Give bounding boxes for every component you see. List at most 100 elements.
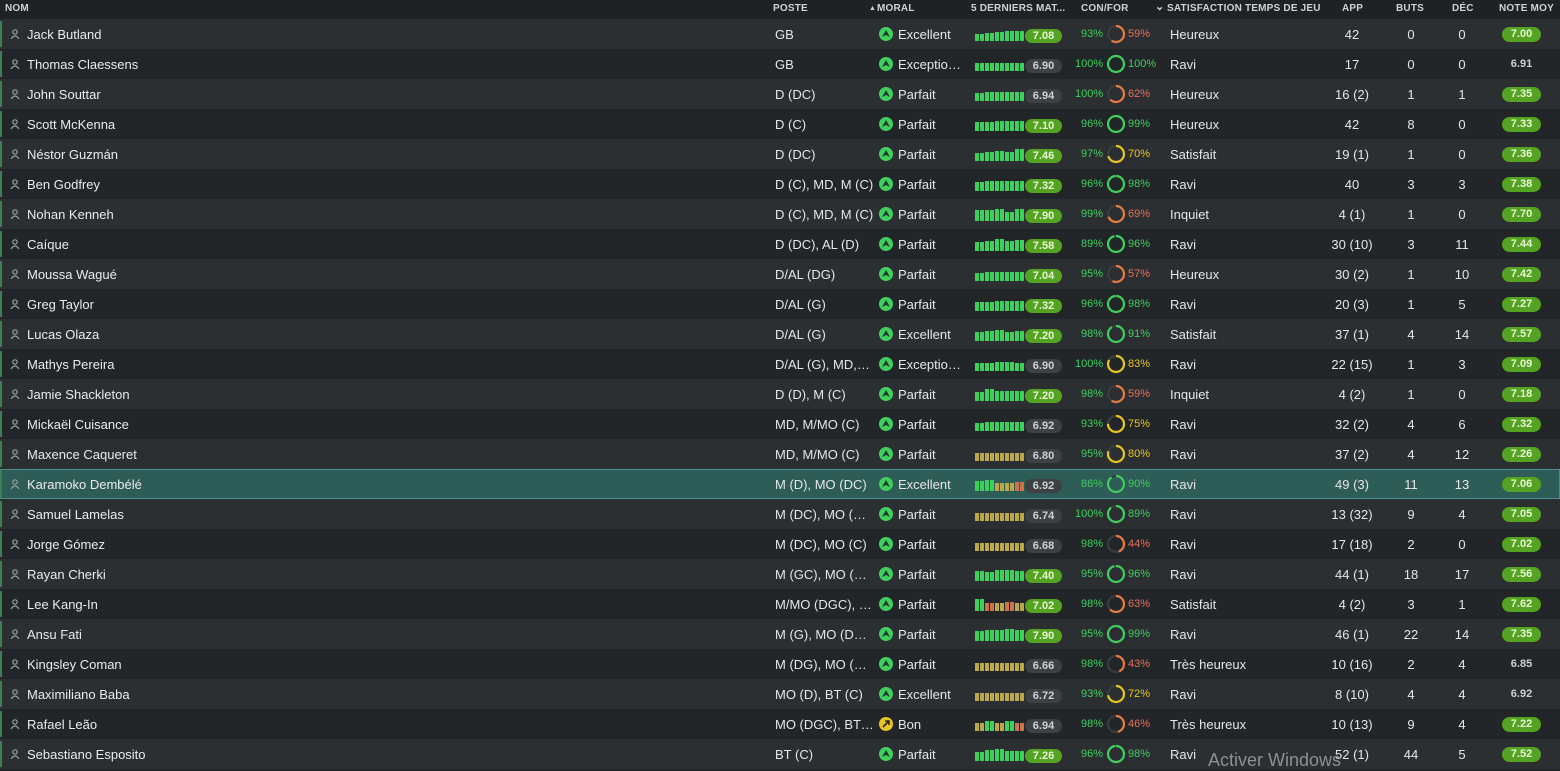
form-bar-seg (1000, 453, 1004, 461)
table-row[interactable]: Rafael Leão MO (DGC), BT (… Bon 6.94 98% 46% T… (0, 709, 1560, 739)
assists: 3 (1458, 177, 1466, 192)
row-status-edge (0, 321, 2, 347)
col-assists-header[interactable]: DÉC (1452, 3, 1474, 14)
table-row[interactable]: Jamie Shackleton D (D), M (C) Parfait 7.20 9… (0, 379, 1560, 409)
table-row[interactable]: Kingsley Coman M (DG), MO (D… Parfait 6.66 9… (0, 649, 1560, 679)
player-name[interactable]: Karamoko Dembélé (27, 477, 267, 492)
form-bar-seg (1000, 391, 1004, 401)
table-row[interactable]: Mathys Pereira D/AL (G), MD,… Exception… 6.… (0, 349, 1560, 379)
player-name[interactable]: Sebastiano Esposito (27, 747, 267, 762)
table-row[interactable]: Mickaël Cuisance MD, M/MO (C) Parfait 6.92 9… (0, 409, 1560, 439)
form-bar (985, 693, 989, 701)
playing-time-satisfaction: Heureux (1170, 117, 1220, 132)
player-name[interactable]: Scott McKenna (27, 117, 267, 132)
average-rating-badge: 7.62 (1502, 597, 1541, 612)
player-name[interactable]: Samuel Lamelas (27, 507, 267, 522)
form-bar (1015, 603, 1019, 611)
table-row[interactable]: Maximiliano Baba MO (D), BT (C) Excellent 6… (0, 679, 1560, 709)
player-name[interactable]: Ben Godfrey (27, 177, 267, 192)
form-bar (975, 752, 979, 761)
player-name[interactable]: Néstor Guzmán (27, 147, 267, 162)
player-name[interactable]: Jamie Shackleton (27, 387, 267, 402)
form-bar (1005, 570, 1009, 581)
form-rating-badge: 6.92 (1025, 479, 1062, 493)
form-bar-seg (980, 34, 984, 41)
player-name[interactable]: Kingsley Coman (27, 657, 267, 672)
player-name[interactable]: Maximiliano Baba (27, 687, 267, 702)
form-bar (975, 122, 979, 131)
form-bar (1005, 693, 1009, 701)
col-apps-header[interactable]: APP (1342, 3, 1363, 14)
table-row[interactable]: Ben Godfrey D (C), MD, M (C) Parfait 7.32 96… (0, 169, 1560, 199)
player-name[interactable]: Rafael Leão (27, 717, 267, 732)
playing-time-satisfaction: Ravi (1170, 627, 1197, 642)
table-row[interactable]: Lee Kang-In M/MO (DGC), B… Parfait 7.02 98% 6… (0, 589, 1560, 619)
form-rating-badge: 6.94 (1025, 719, 1062, 733)
fitness-ring-icon (1106, 744, 1126, 764)
col-goals-header[interactable]: BUTS (1396, 3, 1424, 14)
table-row[interactable]: Scott McKenna D (C) Parfait 7.10 96% 99% Heure… (0, 109, 1560, 139)
table-row[interactable]: Caíque D (DC), AL (D) Parfait 7.58 89% 96% Rav… (0, 229, 1560, 259)
player-name[interactable]: Lee Kang-In (27, 597, 267, 612)
sort-desc-icon[interactable]: ⌄ (1155, 0, 1164, 13)
form-bar-seg (1010, 391, 1014, 401)
form-bar (1005, 391, 1009, 401)
form-bar-seg (1010, 721, 1014, 731)
player-name[interactable]: Mickaël Cuisance (27, 417, 267, 432)
col-morale-header[interactable]: MORAL (877, 3, 915, 14)
player-name[interactable]: Jack Butland (27, 27, 267, 42)
form-bar-seg (1010, 543, 1014, 551)
form-bar (1005, 751, 1009, 761)
player-name[interactable]: Mathys Pereira (27, 357, 267, 372)
player-name[interactable]: Moussa Wagué (27, 267, 267, 282)
table-row[interactable]: Moussa Wagué D/AL (DG) Parfait 7.04 95% 57% He… (0, 259, 1560, 289)
player-name[interactable]: Rayan Cherki (27, 567, 267, 582)
table-row[interactable]: Ansu Fati M (G), MO (DG),… Parfait 7.90 95% 9… (0, 619, 1560, 649)
col-avg-header[interactable]: NOTE MOY (1499, 3, 1554, 14)
average-rating-badge: 7.22 (1502, 717, 1541, 732)
col-last5-header[interactable]: 5 DERNIERS MAT... (971, 3, 1065, 14)
table-row[interactable]: Rayan Cherki M (GC), MO (D… Parfait 7.40 95%… (0, 559, 1560, 589)
player-name[interactable]: Greg Taylor (27, 297, 267, 312)
form-rating-badge: 6.80 (1025, 449, 1062, 463)
col-position-header[interactable]: POSTE (773, 3, 808, 14)
table-row[interactable]: Samuel Lamelas M (DC), MO (C),… Parfait 6.7… (0, 499, 1560, 529)
form-bar (985, 92, 989, 101)
table-row[interactable]: Maxence Caqueret MD, M/MO (C) Parfait 6.80 9… (0, 439, 1560, 469)
fitness-value: 59% (1128, 388, 1151, 400)
table-row[interactable]: Thomas Claessens GB Exception… 6.90 100% 100%… (0, 49, 1560, 79)
morale-up-icon (879, 417, 893, 431)
appearances: 42 (1344, 117, 1360, 132)
table-row[interactable]: Lucas Olaza D/AL (G) Excellent 7.20 98% 91% Sa… (0, 319, 1560, 349)
player-name[interactable]: Ansu Fati (27, 627, 267, 642)
player-morale: Parfait (898, 207, 936, 222)
player-name[interactable]: Lucas Olaza (27, 327, 267, 342)
form-bar (995, 749, 999, 761)
form-bar-seg (990, 363, 994, 371)
form-bar-seg (990, 630, 994, 641)
player-position: D (C), MD, M (C) (775, 177, 874, 192)
table-row[interactable]: Jack Butland GB Excellent 7.08 93% 59% Heureux… (0, 19, 1560, 49)
morale-up-icon (879, 447, 893, 461)
table-row[interactable]: Nohan Kenneh D (C), MD, M (C) Parfait 7.90 9… (0, 199, 1560, 229)
col-name-header[interactable]: NOM (5, 3, 29, 14)
table-row[interactable]: Néstor Guzmán D (DC) Parfait 7.46 97% 70% Sati… (0, 139, 1560, 169)
player-name[interactable]: Jorge Gómez (27, 537, 267, 552)
form-bar-seg (990, 480, 994, 491)
player-name[interactable]: Maxence Caqueret (27, 447, 267, 462)
table-row[interactable]: Jorge Gómez M (DC), MO (C) Parfait 6.68 98% 4… (0, 529, 1560, 559)
col-confor-header[interactable]: CON/FOR (1081, 3, 1129, 14)
form-bar-seg (1000, 362, 1004, 371)
form-bar-seg (990, 302, 994, 311)
player-name[interactable]: Thomas Claessens (27, 57, 267, 72)
player-name[interactable]: John Souttar (27, 87, 267, 102)
form-bar-seg (1020, 391, 1024, 401)
table-row[interactable]: Karamoko Dembélé M (D), MO (DC) Excellent 6… (0, 469, 1560, 499)
table-row[interactable]: Greg Taylor D/AL (G) Parfait 7.32 96% 98% Ravi… (0, 289, 1560, 319)
goals: 11 (1404, 477, 1418, 492)
table-row[interactable]: John Souttar D (DC) Parfait 6.94 100% 62% Heur… (0, 79, 1560, 109)
col-satisfaction-header[interactable]: SATISFACTION TEMPS DE JEU (1167, 3, 1321, 14)
player-name[interactable]: Caíque (27, 237, 267, 252)
player-name[interactable]: Nohan Kenneh (27, 207, 267, 222)
sort-asc-icon[interactable]: ▲ (869, 5, 876, 12)
